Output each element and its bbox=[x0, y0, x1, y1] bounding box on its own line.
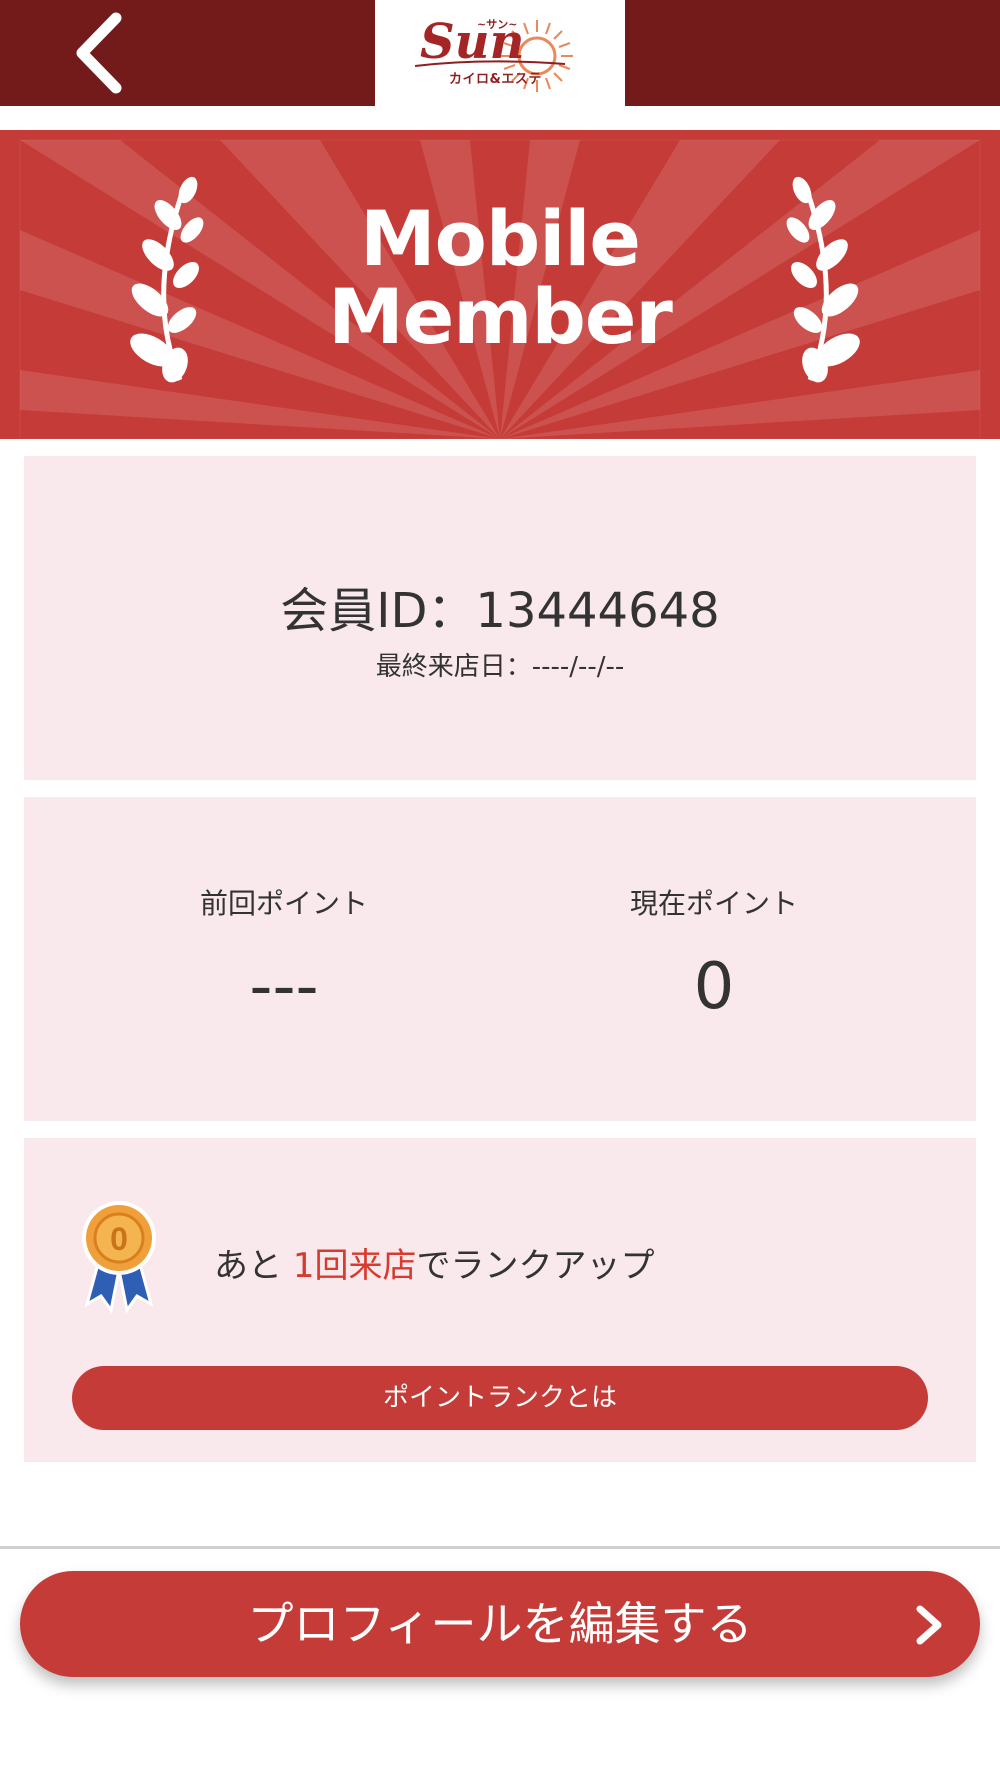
member-banner: Mobile Member bbox=[0, 130, 1000, 439]
current-points-label: 現在ポイント bbox=[629, 887, 798, 920]
back-button[interactable] bbox=[60, 8, 140, 98]
chevron-left-icon bbox=[76, 12, 122, 94]
logo-sub-text: カイロ&エステ bbox=[449, 72, 542, 87]
logo-wordmark: Sun bbox=[420, 14, 525, 70]
member-id-panel: 会員ID：13444648 最終来店日：----/--/-- bbox=[24, 456, 976, 780]
rank-text-after: でランクアップ bbox=[416, 1246, 655, 1286]
rank-text-before: あと bbox=[214, 1246, 293, 1286]
point-rank-info-button[interactable]: ポイントランクとは bbox=[72, 1366, 928, 1430]
member-id: 会員ID：13444648 bbox=[280, 583, 720, 639]
points-panel: 前回ポイント --- 現在ポイント 0 bbox=[24, 797, 976, 1121]
app-header: ~サン~ Sun カイロ&エステ bbox=[0, 0, 1000, 106]
edit-profile-label: プロフィールを編集する bbox=[247, 1597, 753, 1651]
laurel-right-icon bbox=[786, 176, 860, 383]
current-points-value: 0 bbox=[693, 950, 735, 1024]
previous-points-label: 前回ポイント bbox=[199, 887, 368, 920]
current-points: 現在ポイント 0 bbox=[514, 882, 914, 1024]
chevron-right-icon bbox=[916, 1605, 942, 1645]
previous-points: 前回ポイント --- bbox=[84, 882, 484, 1024]
brand-logo: ~サン~ Sun カイロ&エステ bbox=[375, 0, 625, 106]
last-visit-date: 最終来店日：----/--/-- bbox=[375, 652, 625, 682]
bronze-medal-icon: 0 bbox=[82, 1201, 156, 1314]
previous-points-value: --- bbox=[249, 950, 319, 1024]
medal-number: 0 bbox=[110, 1221, 128, 1257]
rank-panel: 0 あと 1回来店でランクアップ ポイントランクとは bbox=[24, 1138, 976, 1462]
rank-text-highlight: 1回来店 bbox=[292, 1246, 417, 1286]
edit-profile-button[interactable]: プロフィールを編集する bbox=[20, 1571, 980, 1677]
rank-up-message: あと 1回来店でランクアップ bbox=[214, 1238, 654, 1287]
divider bbox=[0, 1546, 1000, 1549]
